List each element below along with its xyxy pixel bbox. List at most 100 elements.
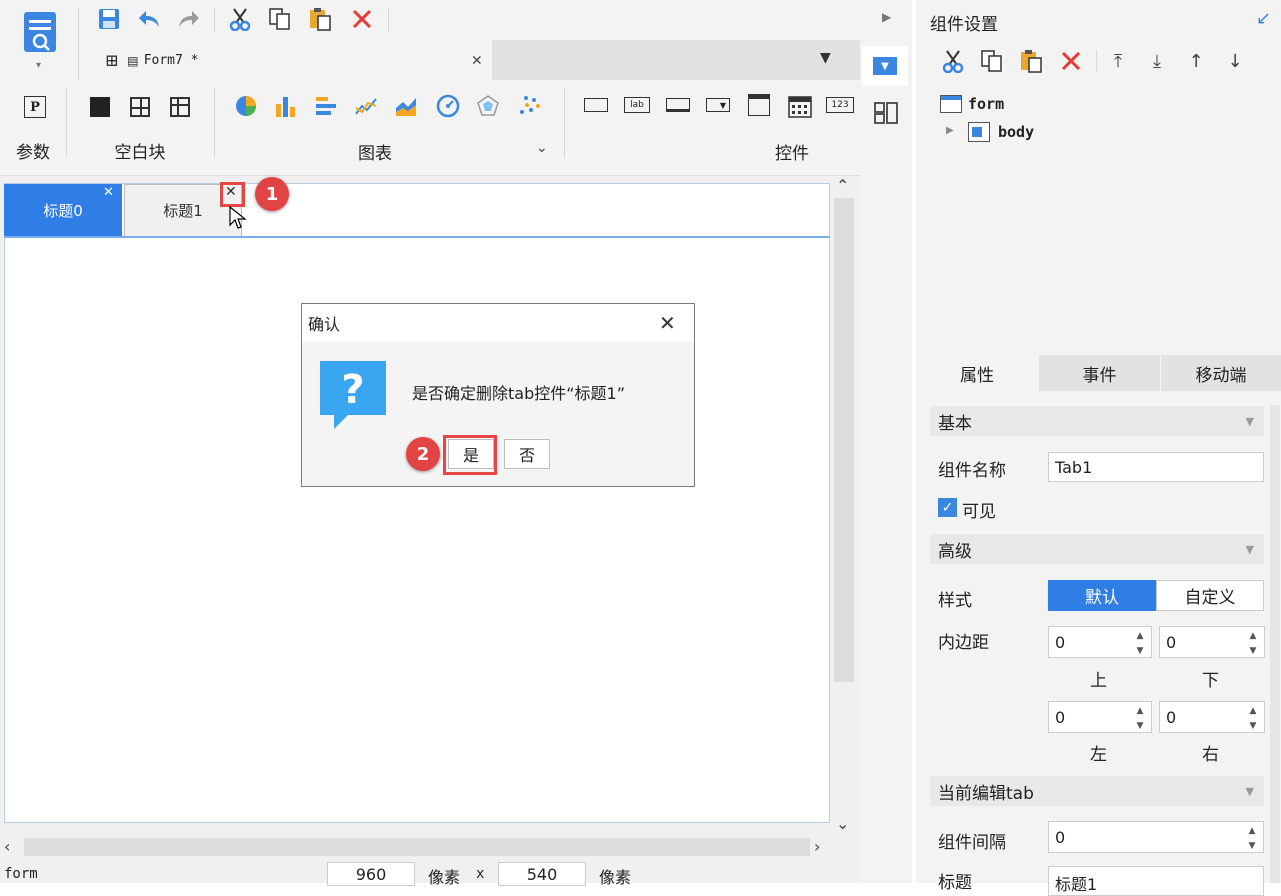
ribbon-divider (214, 88, 215, 158)
document-tab[interactable]: ⊞ ▤ Form7 * ✕ (92, 40, 492, 80)
paste-icon[interactable] (306, 6, 334, 32)
delete-icon[interactable] (1058, 48, 1084, 74)
horizontal-bar-chart-icon[interactable] (314, 94, 338, 122)
bar-chart-icon[interactable] (274, 94, 298, 122)
copy-icon[interactable] (266, 6, 294, 32)
table-block-icon[interactable] (170, 97, 190, 117)
list-widget-icon[interactable] (748, 94, 770, 116)
component-name-label: 组件名称 (938, 461, 1006, 481)
chevron-down-icon[interactable]: ⌄ (536, 140, 548, 156)
cursor-icon (229, 205, 247, 234)
unit-label: 像素 (599, 868, 632, 887)
visible-checkbox[interactable]: ✓ (938, 498, 957, 517)
tree-node-body[interactable]: body (998, 123, 1034, 141)
move-to-bottom-icon[interactable]: ⤓ (1145, 48, 1169, 74)
canvas-height-input[interactable]: 540 (498, 862, 586, 886)
times-label: x (476, 866, 485, 882)
pie-chart-icon[interactable] (234, 94, 258, 122)
spinner-arrows-icon[interactable]: ▲ ▼ (1243, 823, 1261, 853)
padding-left-input[interactable]: 0 ▲ ▼ (1048, 701, 1152, 733)
cut-icon[interactable] (226, 6, 254, 32)
text-input-widget-icon[interactable] (666, 98, 690, 112)
tree-body-icon (968, 122, 990, 142)
tree-node-form[interactable]: form (968, 95, 1004, 113)
svg-text:?: ? (341, 367, 364, 413)
radar-chart-icon[interactable] (476, 94, 500, 122)
gap-input[interactable]: 0 ▲ ▼ (1048, 821, 1264, 853)
dropdown-box-icon: ▼ (873, 57, 897, 75)
spinner-arrows-icon[interactable]: ▲ ▼ (1244, 703, 1262, 733)
delete-icon[interactable] (348, 6, 376, 32)
tab-properties[interactable]: 属性 (916, 355, 1038, 391)
move-up-icon[interactable]: ↑ (1184, 48, 1208, 74)
tab-events-label: 事件 (1082, 365, 1117, 386)
tab-mobile[interactable]: 移动端 (1161, 355, 1281, 391)
tab-layout-body[interactable] (4, 183, 830, 823)
close-icon[interactable]: ✕ (472, 50, 482, 70)
tree-form-icon (940, 95, 962, 113)
layout-icon[interactable] (874, 102, 898, 128)
parameter-icon[interactable]: P (24, 96, 46, 118)
move-to-top-icon[interactable]: ⤒ (1106, 48, 1130, 74)
scrollbar-thumb[interactable] (834, 198, 854, 682)
copy-icon[interactable] (979, 48, 1005, 74)
cut-icon[interactable] (940, 48, 966, 74)
area-chart-icon[interactable] (394, 94, 418, 122)
tab-title0-label: 标题0 (43, 201, 83, 220)
padding-right-input[interactable]: 0 ▲ ▼ (1159, 701, 1265, 733)
calendar-widget-icon[interactable] (788, 94, 812, 122)
chevron-down-icon[interactable]: ⌄ (836, 814, 849, 833)
button-widget-icon[interactable] (584, 98, 608, 112)
section-basic[interactable]: 基本 ▼ (930, 406, 1264, 436)
style-custom-button[interactable]: 自定义 (1156, 580, 1264, 611)
tab-events[interactable]: 事件 (1039, 355, 1160, 391)
undo-icon[interactable] (136, 6, 162, 32)
canvas-width-input[interactable]: 960 (327, 862, 415, 886)
move-down-icon[interactable]: ↓ (1223, 48, 1247, 74)
panel-scrollbar[interactable] (1270, 405, 1280, 883)
padding-bottom-input[interactable]: 0 ▲ ▼ (1159, 626, 1265, 658)
spinner-arrows-icon[interactable]: ▲ ▼ (1131, 703, 1149, 733)
split-block-icon[interactable] (130, 97, 150, 117)
close-icon[interactable]: ✕ (103, 185, 114, 200)
visible-label: 可见 (962, 502, 996, 522)
template-icon[interactable] (22, 10, 58, 54)
grid-layout-icon[interactable]: ⊞ (106, 48, 118, 72)
spinner-arrows-icon[interactable]: ▲ ▼ (1244, 628, 1262, 658)
chevron-right-icon[interactable]: ▶ (946, 125, 954, 136)
padding-top-input[interactable]: 0 ▲ ▼ (1048, 626, 1152, 658)
gauge-chart-icon[interactable] (436, 94, 460, 122)
component-settings-toggle[interactable]: ▼ (862, 46, 908, 86)
padding-left-label: 左 (1090, 745, 1107, 765)
scatter-chart-icon[interactable] (518, 94, 542, 122)
tab-menu-icon[interactable]: ▼ (820, 50, 831, 66)
no-button[interactable]: 否 (504, 439, 550, 469)
section-advanced[interactable]: 高级 ▼ (930, 534, 1264, 564)
blank-block-icon[interactable] (90, 97, 110, 117)
section-current-tab[interactable]: 当前编辑tab ▼ (930, 776, 1264, 806)
redo-icon[interactable] (176, 6, 202, 32)
scrollbar-thumb[interactable] (24, 838, 810, 856)
save-icon[interactable] (96, 6, 122, 32)
parameter-label: 参数 (16, 143, 50, 163)
label-widget-icon[interactable]: lab (624, 97, 650, 113)
chevron-up-icon[interactable]: ⌃ (836, 176, 849, 195)
component-name-input[interactable]: Tab1 (1048, 452, 1264, 482)
line-chart-icon[interactable] (354, 94, 378, 122)
chevron-left-icon[interactable]: ‹ (4, 837, 10, 856)
spinner-arrows-icon[interactable]: ▲ ▼ (1131, 628, 1149, 658)
padding-bottom-label: 下 (1202, 671, 1219, 691)
collapse-arrow-icon[interactable]: ↙ (1256, 8, 1271, 29)
number-widget-icon[interactable]: 123 (826, 97, 854, 113)
style-default-button[interactable]: 默认 (1048, 580, 1156, 611)
title-input[interactable]: 标题1 (1048, 866, 1264, 896)
chevron-right-icon[interactable]: › (814, 837, 820, 856)
dropdown-widget-icon[interactable]: ▼ (706, 98, 730, 112)
status-name: form (4, 866, 38, 882)
close-icon[interactable]: ✕ (659, 311, 676, 335)
gap-label: 组件间隔 (938, 833, 1006, 853)
chevron-down-icon[interactable]: ▾ (36, 60, 41, 71)
paste-icon[interactable] (1018, 48, 1044, 74)
chevron-right-icon[interactable]: ▶ (882, 10, 891, 24)
ribbon-divider (564, 88, 565, 158)
